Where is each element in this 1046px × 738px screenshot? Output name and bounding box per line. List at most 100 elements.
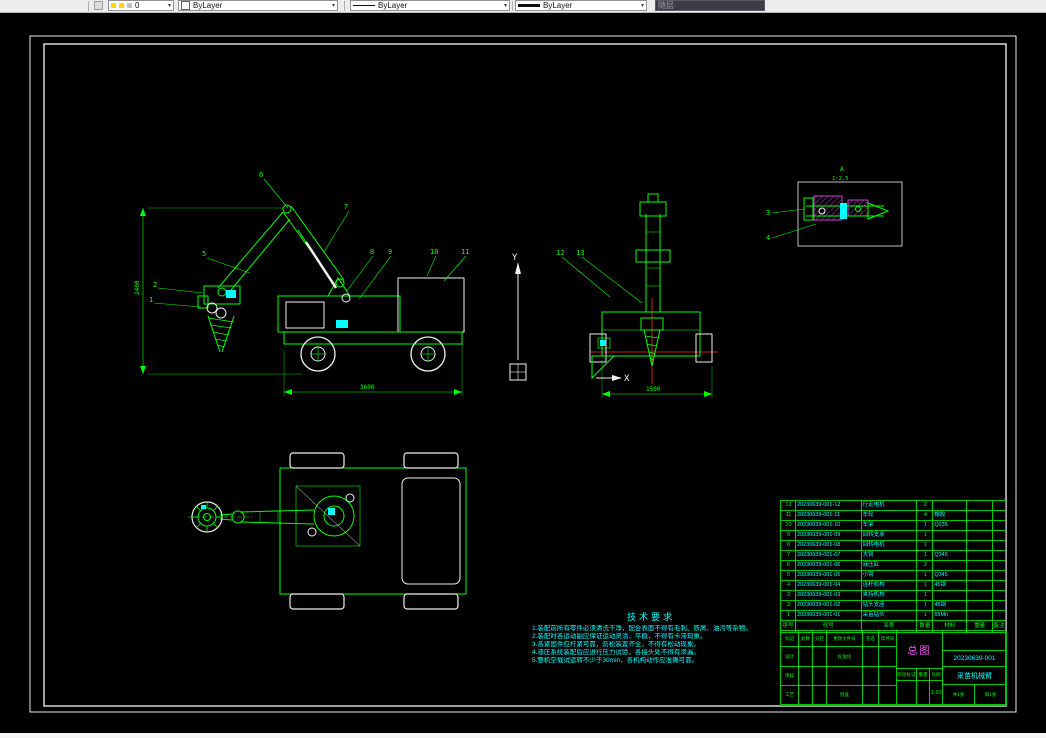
callout-11: 11 [461, 248, 469, 256]
detail-view-scale: 1:2.5 [832, 176, 849, 182]
callout-3: 3 [766, 209, 770, 217]
bom-cell-index: 11 [785, 512, 792, 518]
table-row: 12 20230639-001-12 行走电机 2 [781, 501, 1005, 510]
ucs-x-label: X [624, 374, 630, 384]
bom-cell-material: Q345 [932, 551, 966, 560]
bom-cell-weight [966, 551, 992, 560]
tb-cell-empty [813, 686, 827, 705]
bom-cell-index: 9 [786, 532, 790, 538]
bom-cell-index: 6 [786, 562, 790, 568]
tb-cell-empty [813, 647, 827, 667]
tb-cell-empty [863, 686, 879, 705]
detail-view [797, 181, 903, 247]
bom-cell-code: 20230639-001-08 [794, 541, 861, 550]
tb-cell-empty [799, 667, 813, 686]
plotstyle-combo[interactable]: 随层 ▾ [655, 0, 765, 11]
bom-cell-index: 8 [786, 542, 790, 548]
title-block: 标记 处数 分区 更改文件号 签名 年月日 设计 标准化 审核 工艺 批准 总图… [780, 630, 1007, 706]
bom-cell-qty: 2 [916, 501, 932, 510]
side-view [197, 204, 465, 372]
chevron-down-icon: ▾ [640, 3, 644, 9]
bom-cell-name: 车架 [860, 521, 917, 530]
bom-cell-code: 20230639-001-07 [794, 551, 861, 560]
bom-cell-note [992, 591, 1005, 600]
front-view-callout-leaders [561, 256, 643, 304]
tb-cell-empty [943, 631, 1007, 651]
bom-cell-name: 回转支承 [860, 531, 917, 540]
ucs-y-label: Y [512, 253, 518, 263]
color-combo[interactable]: ByLayer ▾ [178, 0, 338, 11]
callout-10: 10 [430, 248, 438, 256]
title-block-revision-area: 标记 处数 分区 更改文件号 签名 年月日 设计 标准化 审核 工艺 批准 [781, 631, 897, 705]
table-row: 9 20230639-001-09 回转支承 1 [781, 530, 1005, 540]
bom-cell-index: 1 [786, 612, 790, 618]
tb-label-approve: 批准 [827, 686, 863, 705]
dimension-side-length: 3600 [360, 384, 375, 391]
lineweight-combo-value: ByLayer [543, 1, 573, 10]
layer-properties-icon[interactable] [94, 1, 103, 10]
properties-toolbar: 0 ▾ ByLayer ▾ ByLayer ▾ ByLayer ▾ 随层 ▾ [0, 0, 1046, 13]
color-combo-value: ByLayer [193, 1, 223, 10]
toolbar-separator [344, 1, 345, 11]
detail-view-callout-leaders [771, 208, 817, 239]
bom-cell-code: 20230639-001-10 [794, 521, 861, 530]
product-name: 采苗机械臂 [943, 667, 1007, 685]
bom-cell-weight [966, 581, 992, 590]
callout-2: 2 [153, 281, 157, 289]
tb-label-change: 更改文件号 [827, 631, 863, 647]
bom-cell-weight [966, 501, 992, 510]
callout-8: 8 [370, 248, 374, 256]
technical-notes: 技术要求 1.装配前所有零件必须清洗干净，配合表面不得有毛刺、铁屑、油污等杂物。… [532, 610, 770, 665]
toolbar-separator [88, 1, 89, 11]
technical-note-line: 1.装配前所有零件必须清洗干净，配合表面不得有毛刺、铁屑、油污等杂物。 [532, 625, 752, 632]
callout-4: 4 [766, 234, 770, 242]
tb-cell-empty [863, 667, 879, 686]
bom-cell-weight [966, 561, 992, 570]
tb-cell-empty [799, 647, 813, 667]
tb-label-weight: 重量 [917, 669, 930, 681]
bom-cell-name: 行走电机 [860, 501, 917, 510]
tb-label-standard: 标准化 [827, 647, 863, 667]
toolbar-separator [512, 1, 513, 11]
layer-combo[interactable]: 0 ▾ [108, 0, 174, 11]
callout-7: 7 [344, 203, 348, 211]
linetype-combo-value: ByLayer [378, 1, 408, 10]
bom-cell-index: 12 [785, 502, 792, 508]
bom-cell-note [992, 511, 1005, 520]
bom-cell-name: 钻头支座 [860, 601, 917, 610]
lineweight-combo[interactable]: ByLayer ▾ [515, 0, 647, 11]
bom-cell-weight [966, 541, 992, 550]
bom-cell-note [992, 541, 1005, 550]
bom-cell-index: 10 [785, 522, 792, 528]
bom-cell-note [992, 611, 1005, 620]
technical-note-line: 5.整机空载试运转不少于30min，各机构动作应准确可靠。 [532, 657, 699, 664]
bom-cell-note [992, 581, 1005, 590]
bom-cell-material: Q345 [932, 571, 966, 580]
table-row: 3 20230639-001-03 夹持机构 1 [781, 590, 1005, 600]
bom-cell-name: 采苗钻头 [860, 611, 917, 620]
bom-cell-note [992, 571, 1005, 580]
bom-cell-name: 夹持机构 [860, 591, 917, 600]
chevron-down-icon: ▾ [503, 3, 507, 9]
front-view [589, 193, 718, 384]
bom-cell-name: 液压缸 [860, 561, 917, 570]
callout-9: 9 [388, 248, 392, 256]
tb-label-stage: 阶段标记 [897, 669, 917, 681]
tb-cell-empty [879, 667, 897, 686]
bom-cell-weight [966, 611, 992, 620]
callout-6: 6 [259, 171, 263, 179]
tb-cell-empty [879, 647, 897, 667]
bom-cell-note [992, 601, 1005, 610]
bom-cell-qty: 1 [916, 581, 932, 590]
tb-cell-empty [799, 686, 813, 705]
drawing-title: 总图 [897, 631, 943, 669]
tb-cell-stage-value [897, 681, 917, 705]
bom-cell-name: 车轮 [860, 511, 917, 520]
lineweight-sample-icon [518, 4, 540, 7]
table-row: 8 20230639-001-08 回转电机 1 [781, 540, 1005, 550]
linetype-combo[interactable]: ByLayer ▾ [350, 0, 510, 11]
tb-cell-empty [879, 686, 897, 705]
bom-cell-qty: 1 [916, 591, 932, 600]
technical-note-line: 2.装配时各运动副应保证运动灵活、平稳，不得有卡滞现象。 [532, 633, 707, 640]
tb-label-date: 年月日 [879, 631, 897, 647]
